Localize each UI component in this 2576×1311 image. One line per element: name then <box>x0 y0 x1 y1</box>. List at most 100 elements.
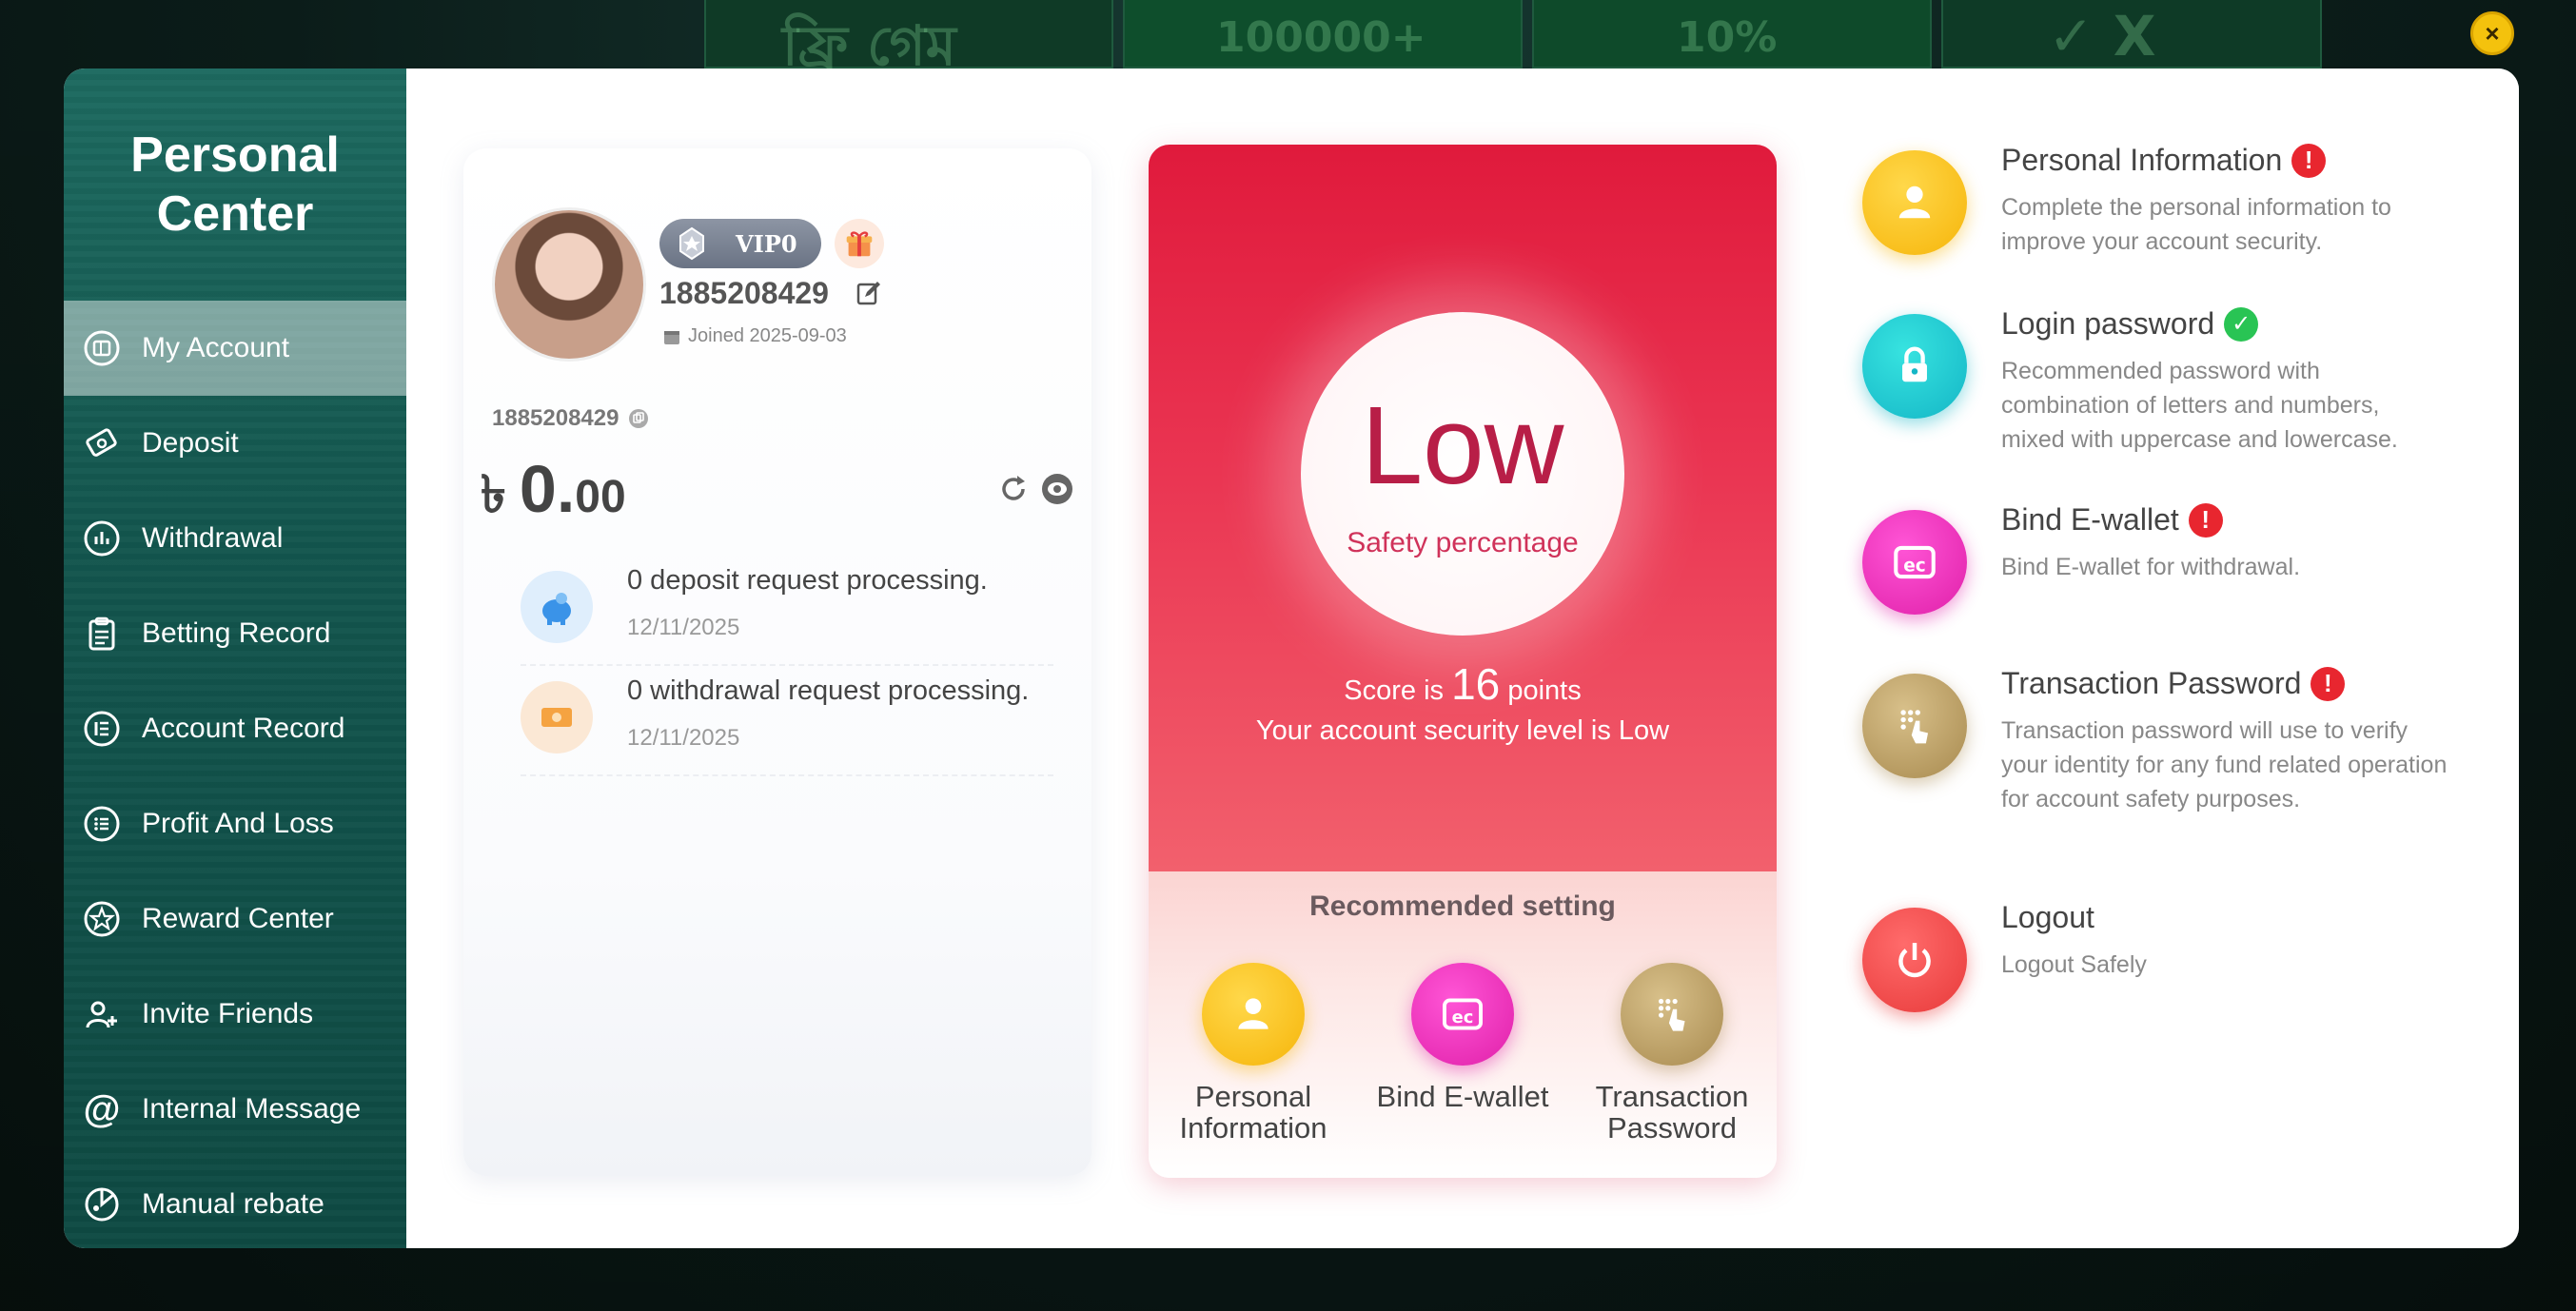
user-icon <box>1202 963 1305 1066</box>
recommended-label: Bind E-wallet <box>1358 1081 1567 1112</box>
deposit-request-item: 0 deposit request processing. 12/11/2025 <box>521 558 1053 666</box>
request-date: 12/11/2025 <box>627 725 740 751</box>
withdrawal-icon <box>83 519 121 558</box>
balance: ৳ 0. 00 <box>481 451 626 540</box>
avatar[interactable] <box>492 207 646 362</box>
sidebar-item-manual-rebate[interactable]: Manual rebate <box>64 1157 406 1248</box>
balance-integer: 0. <box>519 452 576 526</box>
score-value: 16 <box>1451 659 1501 709</box>
score-line: Score is 16 points <box>1149 658 1777 710</box>
recommended-title: Recommended setting <box>1309 890 1616 922</box>
backdrop-banner: ফ্রি গেম <box>704 0 1113 78</box>
sidebar-item-invite-friends[interactable]: Invite Friends <box>64 967 406 1062</box>
at-icon: @ <box>83 1087 121 1130</box>
sidebar-item-withdrawal[interactable]: Withdrawal <box>64 491 406 586</box>
backdrop-text: 100000+ <box>1216 13 1426 62</box>
sidebar-item-betting-record[interactable]: Betting Record <box>64 586 406 681</box>
vip-badge: VIP0 <box>659 219 821 268</box>
recommended-label-line: Information <box>1179 1111 1327 1145</box>
user-id-row: 1885208429 <box>492 405 649 432</box>
copy-icon[interactable] <box>628 408 649 429</box>
sidebar-item-label: Withdrawal <box>142 522 284 554</box>
setting-description: Bind E-wallet for withdrawal. <box>2001 554 2301 580</box>
sidebar-item-profit-and-loss[interactable]: Profit And Loss <box>64 776 406 871</box>
user-icon <box>1862 150 1967 255</box>
warning-icon: ! <box>2311 666 2346 701</box>
edit-icon[interactable] <box>855 280 882 306</box>
personal-center-modal: Personal Center My Account Deposit Withd… <box>64 68 2519 1248</box>
vip-medal-icon <box>679 226 704 261</box>
sidebar-item-label: Profit And Loss <box>142 808 334 839</box>
recommended-personal-information[interactable]: Personal Information <box>1149 963 1358 1144</box>
close-button[interactable]: × <box>2470 11 2514 55</box>
score-prefix: Score is <box>1344 675 1445 706</box>
cash-icon <box>521 681 593 753</box>
refresh-icon[interactable] <box>996 472 1031 506</box>
recommended-label: Personal Information <box>1149 1081 1358 1144</box>
security-card: Low Safety percentage Score is 16 points… <box>1149 145 1777 1178</box>
sidebar-item-my-account[interactable]: My Account <box>64 301 406 396</box>
setting-title: Transaction Password ! <box>2001 666 2346 701</box>
check-icon: ✓ <box>2224 306 2259 342</box>
sidebar-item-label: Internal Message <box>142 1093 362 1125</box>
sidebar-item-account-record[interactable]: Account Record <box>64 681 406 776</box>
username: 1885208429 <box>659 276 829 310</box>
setting-title: Personal Information ! <box>2001 143 2327 178</box>
score-suffix: points <box>1507 675 1582 706</box>
sidebar-item-reward-center[interactable]: Reward Center <box>64 871 406 967</box>
lock-icon <box>1862 314 1967 419</box>
security-summary: Low Safety percentage Score is 16 points… <box>1149 145 1777 871</box>
setting-title-text: Login password <box>2001 306 2215 341</box>
warning-icon: ! <box>2291 143 2327 178</box>
ewallet-icon: ec <box>1862 510 1967 615</box>
vip-label: VIP0 <box>736 229 797 258</box>
backdrop-banner: ✓ X <box>1941 0 2322 68</box>
sidebar-item-deposit[interactable]: Deposit <box>64 396 406 491</box>
keypad-hand-icon <box>1862 674 1967 778</box>
recommended-label-line: Transaction <box>1595 1080 1749 1113</box>
recommended-label-line: Password <box>1606 1111 1738 1145</box>
clipboard-icon <box>83 615 121 653</box>
setting-title-text: Logout <box>2001 900 2094 934</box>
setting-title-text: Bind E-wallet <box>2001 502 2179 537</box>
account-card: VIP0 1885208429 Joined 2025-09-03 188520… <box>463 148 1091 1176</box>
calendar-icon <box>664 330 679 344</box>
setting-title: Login password ✓ <box>2001 306 2259 342</box>
setting-title: Bind E-wallet ! <box>2001 502 2223 538</box>
recommended-transaction-password[interactable]: Transaction Password <box>1567 963 1777 1144</box>
request-text: 0 deposit request processing. <box>627 565 988 596</box>
security-level: Low <box>1361 383 1564 507</box>
keypad-hand-icon <box>1621 963 1723 1066</box>
security-level-circle: Low Safety percentage <box>1301 312 1624 636</box>
setting-title: Logout <box>2001 900 2094 935</box>
invite-icon <box>83 995 121 1033</box>
setting-title-text: Personal Information <box>2001 143 2283 177</box>
sidebar-item-label: My Account <box>142 332 290 363</box>
request-date: 12/11/2025 <box>627 615 740 640</box>
withdrawal-request-item: 0 withdrawal request processing. 12/11/2… <box>521 668 1053 776</box>
sidebar: Personal Center My Account Deposit Withd… <box>64 68 406 1248</box>
sidebar-title-line: Center <box>156 186 314 242</box>
recommended-bind-ewallet[interactable]: ec Bind E-wallet <box>1358 963 1567 1112</box>
balance-decimal: 00 <box>575 472 626 522</box>
joined-text: Joined 2025-09-03 <box>688 325 847 346</box>
record-icon <box>83 710 121 748</box>
setting-description: Recommended password with combination of… <box>2001 358 2398 453</box>
recommended-label-line: Bind E-wallet <box>1376 1080 1549 1113</box>
warning-icon: ! <box>2188 502 2223 538</box>
backdrop-banner: 100000+ <box>1123 0 1523 68</box>
sidebar-item-internal-message[interactable]: @ Internal Message <box>64 1062 406 1157</box>
svg-text:ec: ec <box>1452 1008 1474 1027</box>
svg-text:ec: ec <box>1903 556 1926 576</box>
backdrop-text: ✓ X <box>2048 4 2156 68</box>
gift-icon[interactable] <box>835 219 884 268</box>
recommended-label: Transaction Password <box>1567 1081 1777 1144</box>
backdrop-banner: 10% <box>1532 0 1932 68</box>
request-text: 0 withdrawal request processing. <box>627 675 1030 706</box>
piggy-bank-icon <box>521 571 593 643</box>
eye-icon[interactable] <box>1040 472 1074 506</box>
joined-date: Joined 2025-09-03 <box>663 325 847 347</box>
setting-title-text: Transaction Password <box>2001 666 2302 700</box>
rebate-icon <box>83 1185 121 1223</box>
recommended-label-line: Personal <box>1194 1080 1312 1113</box>
